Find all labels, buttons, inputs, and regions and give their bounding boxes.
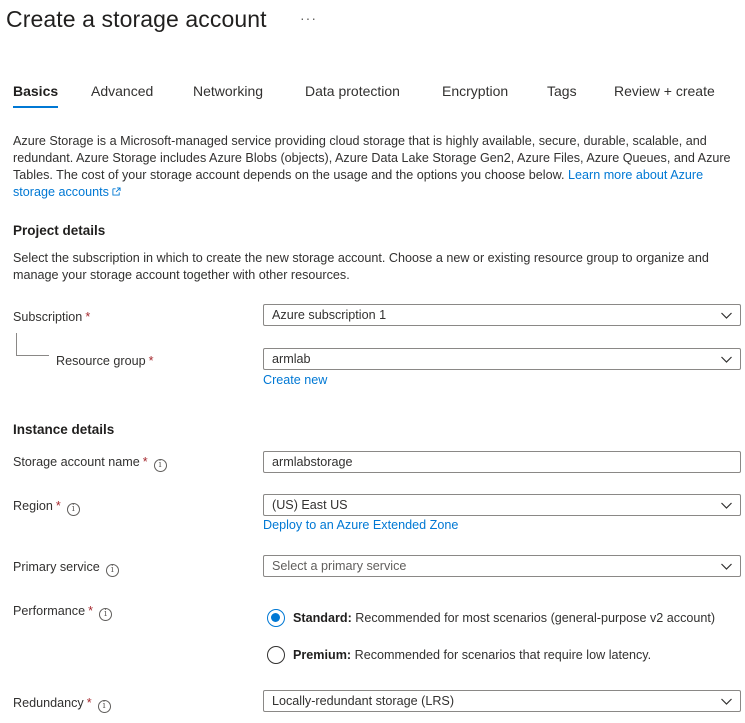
tab-advanced[interactable]: Advanced: [91, 80, 153, 108]
info-icon[interactable]: i: [97, 700, 111, 713]
create-new-link[interactable]: Create new: [263, 373, 327, 387]
instance-details-heading: Instance details: [13, 422, 115, 437]
redundancy-label: Redundancy * i: [13, 696, 111, 713]
chevron-down-icon: [721, 356, 732, 363]
tree-connector: [16, 333, 49, 356]
tab-networking[interactable]: Networking: [193, 80, 263, 108]
performance-label-text: Performance: [13, 604, 86, 618]
redundancy-label-text: Redundancy: [13, 696, 84, 710]
tab-encryption[interactable]: Encryption: [442, 80, 508, 108]
region-label-text: Region: [13, 499, 53, 513]
required-marker: *: [85, 310, 91, 324]
project-details-description: Select the subscription in which to crea…: [13, 251, 709, 282]
storage-account-name-label: Storage account name * i: [13, 455, 167, 472]
standard-option[interactable]: Standard: Recommended for most scenarios…: [293, 611, 715, 625]
external-link-icon: [112, 187, 121, 196]
premium-title: Premium:: [293, 648, 352, 662]
region-dropdown[interactable]: (US) East US: [263, 494, 741, 516]
chevron-down-icon: [721, 312, 732, 319]
info-icon[interactable]: i: [105, 564, 119, 577]
region-label: Region * i: [13, 499, 80, 516]
standard-radio[interactable]: [267, 609, 285, 627]
standard-description: Recommended for most scenarios (general-…: [355, 611, 716, 625]
tab-review-create[interactable]: Review + create: [614, 80, 715, 108]
tab-tags[interactable]: Tags: [547, 80, 577, 108]
standard-title: Standard:: [293, 611, 352, 625]
chevron-down-icon: [721, 563, 732, 570]
info-icon[interactable]: i: [66, 503, 80, 516]
chevron-down-icon: [721, 698, 732, 705]
resource-group-label: Resource group *: [56, 354, 154, 368]
resource-group-label-text: Resource group: [56, 354, 146, 368]
tab-data-protection[interactable]: Data protection: [305, 80, 400, 108]
subscription-value: Azure subscription 1: [272, 308, 387, 322]
premium-description: Recommended for scenarios that require l…: [354, 648, 652, 662]
extended-zone-link[interactable]: Deploy to an Azure Extended Zone: [263, 518, 458, 532]
tab-bar: Basics Advanced Networking Data protecti…: [0, 80, 745, 110]
resource-group-dropdown[interactable]: armlab: [263, 348, 741, 370]
primary-service-dropdown[interactable]: Select a primary service: [263, 555, 741, 577]
subscription-label: Subscription *: [13, 310, 90, 324]
project-details-heading: Project details: [13, 223, 106, 238]
primary-service-label: Primary service i: [13, 560, 119, 577]
primary-service-placeholder: Select a primary service: [272, 559, 407, 573]
required-marker: *: [88, 604, 94, 618]
required-marker: *: [86, 696, 92, 710]
info-icon[interactable]: i: [99, 608, 113, 621]
storage-account-name-value: armlabstorage: [272, 455, 353, 469]
performance-label: Performance * i: [13, 604, 113, 621]
storage-account-name-input[interactable]: armlabstorage: [263, 451, 741, 473]
redundancy-value: Locally-redundant storage (LRS): [272, 694, 455, 708]
premium-option[interactable]: Premium: Recommended for scenarios that …: [293, 648, 651, 662]
subscription-dropdown[interactable]: Azure subscription 1: [263, 304, 741, 326]
primary-service-label-text: Primary service: [13, 560, 100, 574]
chevron-down-icon: [721, 502, 732, 509]
required-marker: *: [148, 354, 154, 368]
tab-basics[interactable]: Basics: [13, 80, 59, 108]
required-marker: *: [55, 499, 61, 513]
redundancy-dropdown[interactable]: Locally-redundant storage (LRS): [263, 690, 741, 712]
page-title: Create a storage account: [6, 6, 267, 32]
info-icon[interactable]: i: [153, 459, 167, 472]
required-marker: *: [142, 455, 148, 469]
more-options-button[interactable]: ···: [300, 10, 317, 26]
subscription-label-text: Subscription: [13, 310, 83, 324]
intro-text: Azure Storage is a Microsoft-managed ser…: [13, 133, 738, 201]
storage-account-name-label-text: Storage account name: [13, 455, 140, 469]
region-value: (US) East US: [272, 498, 348, 512]
resource-group-value: armlab: [272, 352, 311, 366]
premium-radio[interactable]: [267, 646, 285, 664]
